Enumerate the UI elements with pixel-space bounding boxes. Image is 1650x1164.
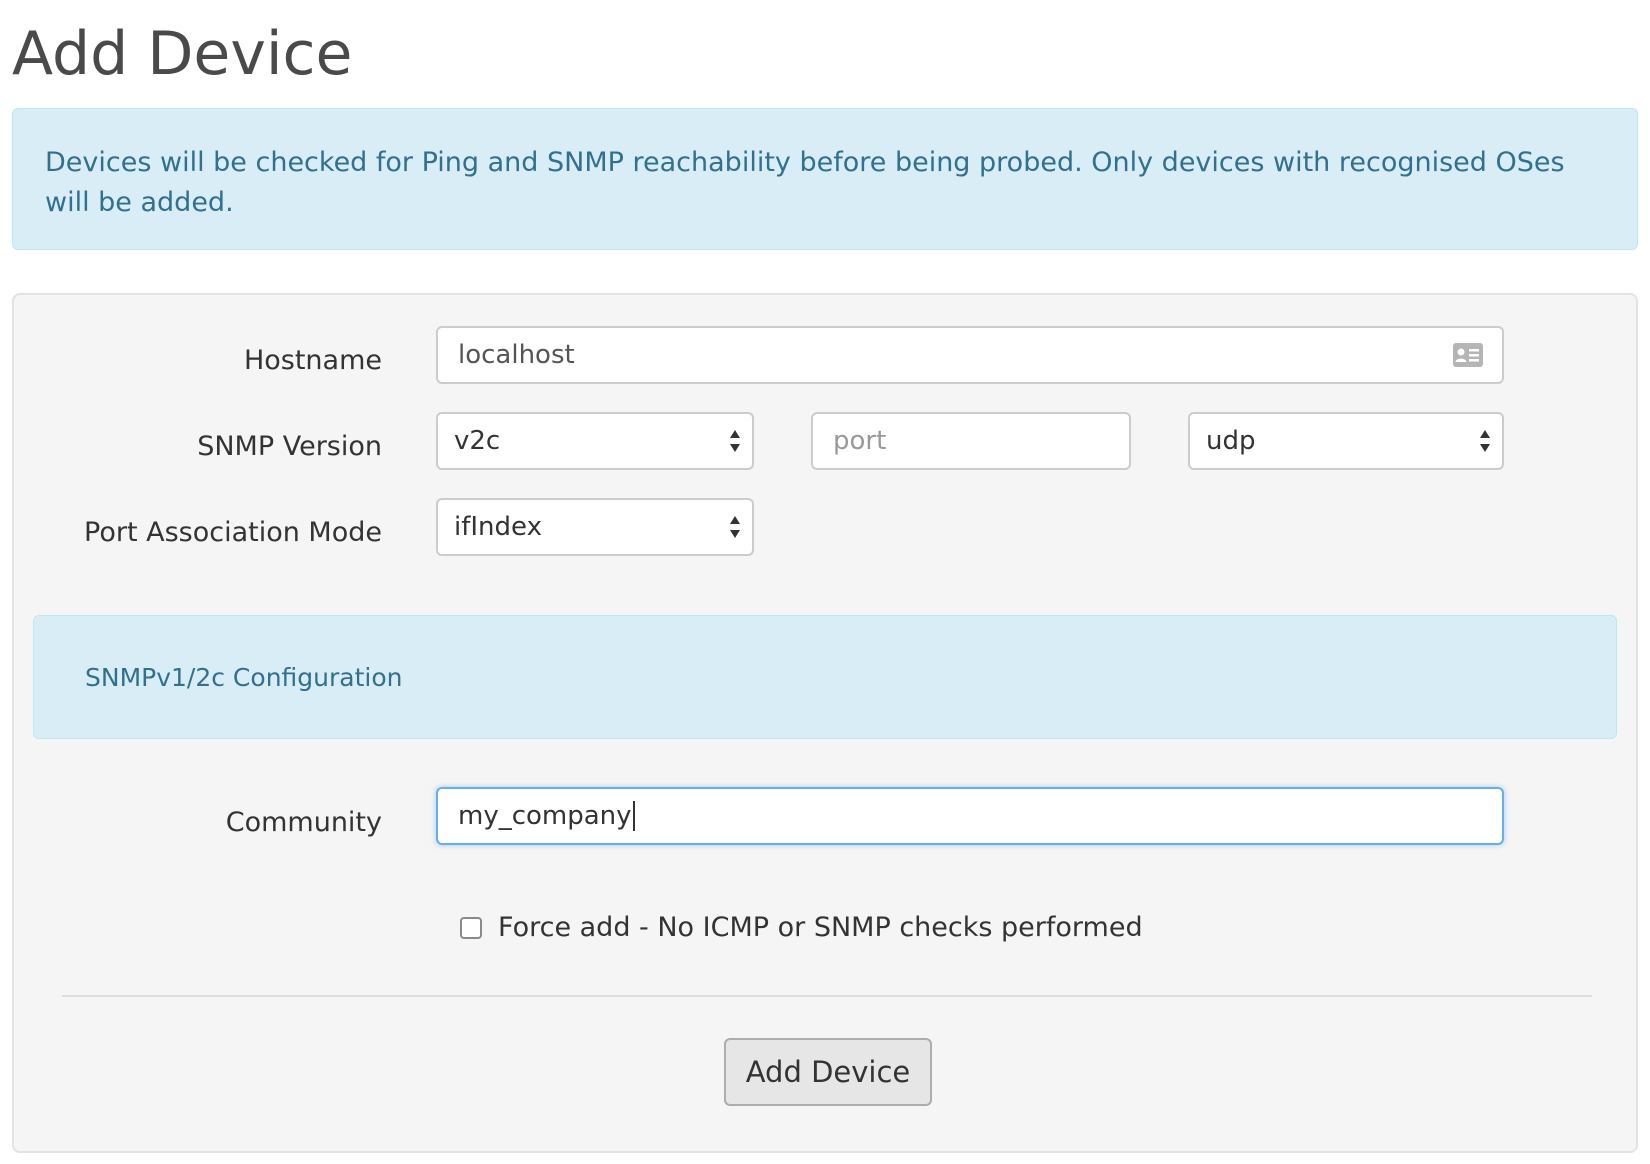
select-arrows-icon [728, 514, 742, 540]
port-input[interactable]: port [811, 412, 1131, 470]
contact-card-icon[interactable] [1452, 342, 1484, 368]
port-association-value: ifIndex [454, 512, 542, 542]
select-arrows-icon [728, 428, 742, 454]
community-value: my_company [458, 801, 632, 831]
add-device-form: Hostname localhost SNMP Version v2c port… [12, 293, 1638, 1153]
divider [62, 995, 1592, 997]
force-add-checkbox[interactable] [460, 916, 482, 939]
snmp-version-label: SNMP Version [197, 431, 382, 462]
community-input[interactable]: my_company [436, 787, 1504, 845]
add-device-page: Add Device Devices will be checked for P… [0, 0, 1650, 1164]
transport-select[interactable]: udp [1188, 412, 1504, 470]
snmp-version-select[interactable]: v2c [436, 412, 754, 470]
snmp-config-title: SNMPv1/2c Configuration [85, 662, 403, 692]
info-alert: Devices will be checked for Ping and SNM… [12, 108, 1638, 250]
force-add-label: Force add - No ICMP or SNMP checks perfo… [498, 912, 1143, 943]
info-alert-text: Devices will be checked for Ping and SNM… [45, 147, 1565, 218]
snmp-config-panel: SNMPv1/2c Configuration [33, 615, 1617, 739]
hostname-label: Hostname [243, 345, 382, 376]
hostname-input[interactable]: localhost [436, 326, 1504, 384]
text-caret [632, 801, 635, 831]
select-arrows-icon [1478, 428, 1492, 454]
hostname-value: localhost [458, 340, 575, 370]
force-add-row[interactable]: Force add - No ICMP or SNMP checks perfo… [460, 912, 1143, 943]
port-association-label: Port Association Mode [84, 517, 382, 548]
snmp-version-value: v2c [454, 426, 501, 456]
page-title: Add Device [12, 19, 353, 89]
community-label: Community [225, 807, 382, 838]
add-device-button[interactable]: Add Device [724, 1038, 932, 1106]
port-placeholder: port [833, 426, 887, 456]
transport-value: udp [1206, 426, 1256, 456]
port-association-select[interactable]: ifIndex [436, 498, 754, 556]
